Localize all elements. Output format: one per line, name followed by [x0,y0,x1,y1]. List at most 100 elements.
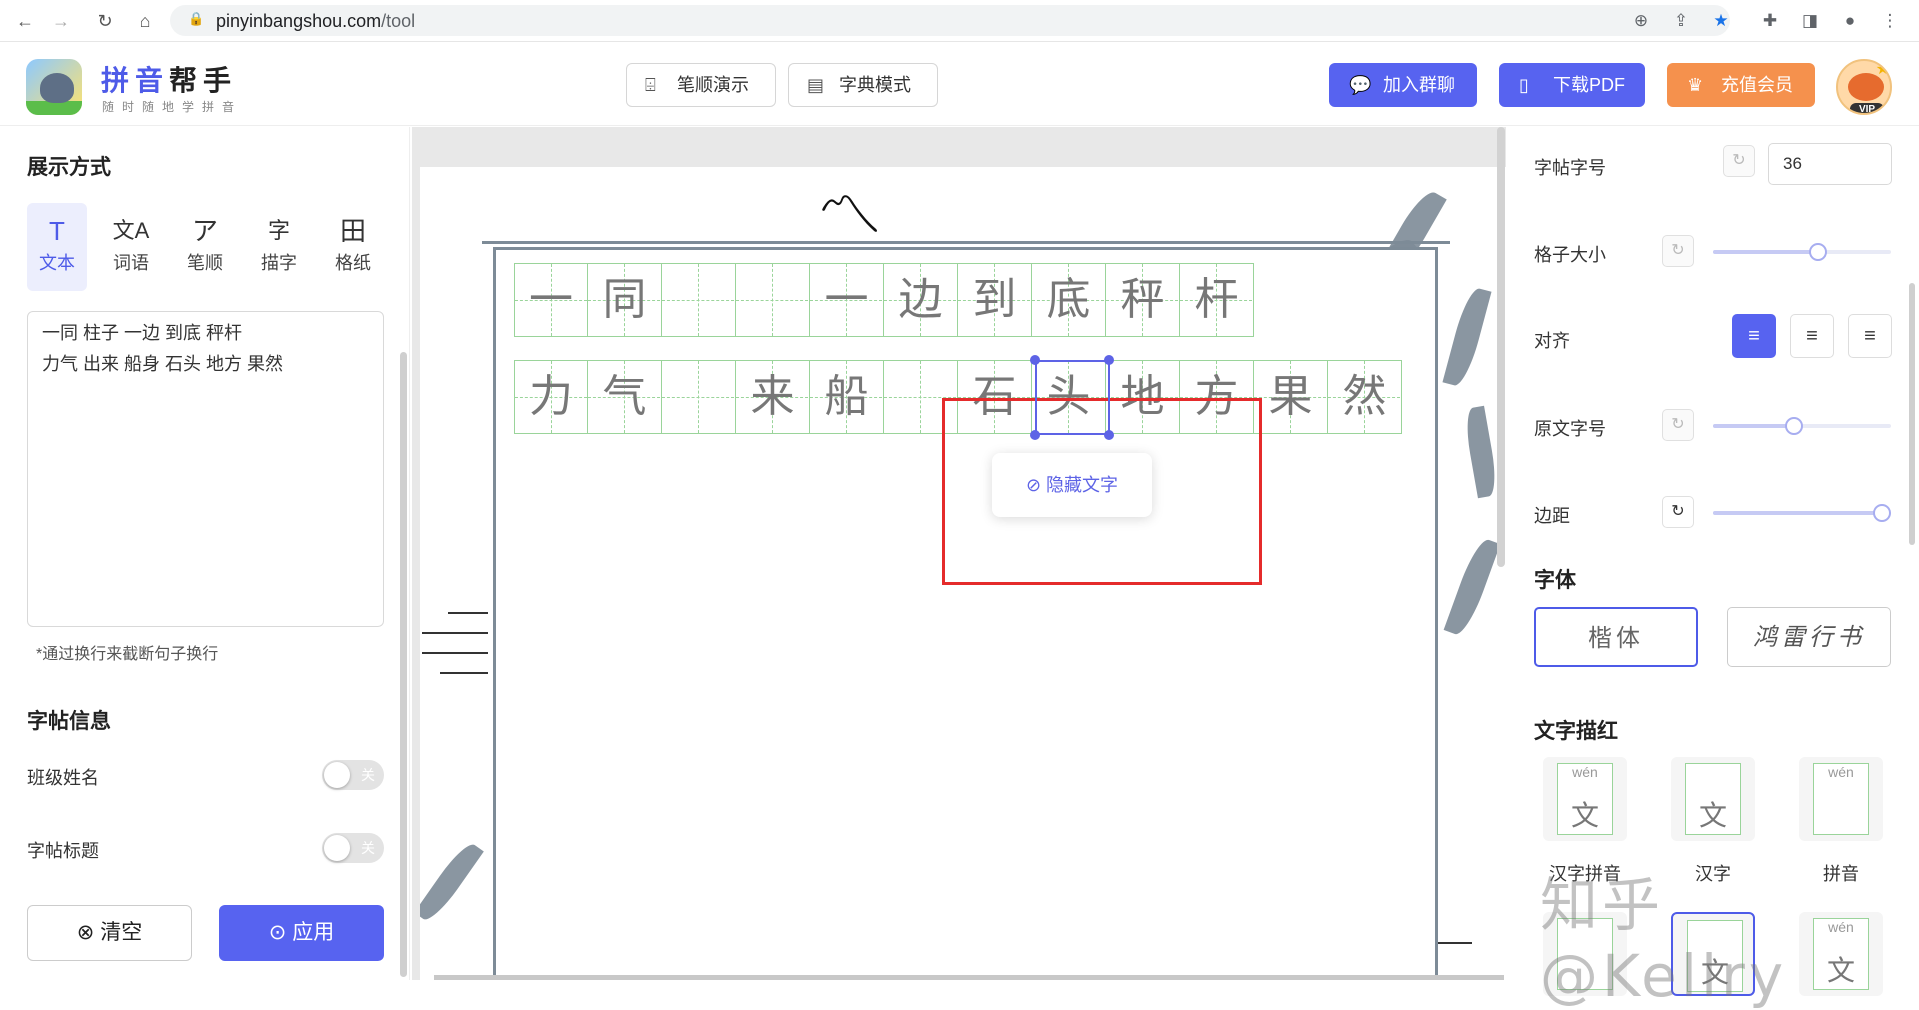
share-icon[interactable]: ⇪ [1668,8,1694,34]
frame-top-line [482,241,1450,244]
original-font-size-label: 原文字号 [1534,419,1606,439]
leaf-decoration [1443,535,1501,639]
canvas-horizontal-scrollbar[interactable] [434,975,1504,980]
logo-title: 拼音帮手 [101,65,238,96]
reload-icon[interactable]: ↻ [92,8,118,34]
download-pdf-button[interactable]: ▯ 下载PDF [1499,63,1645,107]
apply-button[interactable]: ⊙ 应用 [219,905,384,961]
leaf-decoration [420,838,484,926]
resize-handle[interactable] [1104,355,1114,365]
grid-cell[interactable]: 果 [1254,360,1328,434]
leaf-decoration [1462,405,1500,499]
text-icon: T [49,216,65,246]
align-center-button[interactable]: ≡ [1790,314,1834,358]
leaf-decoration [1442,285,1492,389]
trace-option-hanzi[interactable]: 文 [1671,757,1755,841]
right-settings-panel: 字帖字号 ↻ 36 格子大小 ↻ 对齐 ≡ ≡ ≡ 原文字号 ↻ 边距 ↻ 字体… [1508,127,1919,996]
reset-icon[interactable]: ↻ [1662,235,1694,267]
presentation-icon: ⌹ [645,75,656,95]
zoom-icon[interactable]: ⊕ [1628,8,1654,34]
original-size-slider[interactable] [1713,417,1891,435]
avatar[interactable]: ★ VIP [1836,59,1892,115]
decor-line [448,612,488,614]
font-option-kaiti[interactable]: 楷体 [1534,607,1698,667]
star-icon: ★ [1875,61,1890,78]
grid-cell[interactable] [662,360,736,434]
forward-icon[interactable]: → [48,8,74,34]
logo-icon[interactable] [26,59,82,115]
vip-recharge-button[interactable]: ♛ 充值会员 [1667,63,1815,107]
clear-button[interactable]: ⊗ 清空 [27,905,192,961]
hide-text-popup[interactable]: ⊘ 隐藏文字 [992,453,1152,517]
newline-hint: *通过换行来截断句子换行 [36,646,219,663]
grid-cell[interactable]: 力 [514,360,588,434]
reset-icon[interactable]: ↻ [1662,496,1694,528]
bookmark-star-icon[interactable]: ★ [1708,8,1734,34]
grid-cell[interactable] [662,263,736,337]
resize-handle[interactable] [1104,430,1114,440]
join-group-button[interactable]: 💬 加入群聊 [1329,63,1477,107]
vip-badge: VIP [1850,103,1884,113]
eye-off-icon: ⊘ [1025,475,1042,495]
reset-icon[interactable]: ↻ [1662,409,1694,441]
tab-stroke-order[interactable]: ア 笔顺 [175,203,235,291]
grid-icon: 田 [339,216,366,246]
grid-cell[interactable] [736,263,810,337]
grid-cell[interactable]: 来 [736,360,810,434]
tab-trace[interactable]: 字 描字 [249,203,309,291]
right-scrollbar[interactable] [1909,283,1915,545]
sheet-info-title: 字帖信息 [27,710,111,733]
trace-option-pinyin[interactable]: wén [1799,757,1883,841]
grid-cell[interactable]: 同 [588,263,662,337]
address-bar[interactable]: 🔒 pinyinbangshou.com/tool [170,5,1730,36]
decor-line [422,652,488,654]
grid-cell[interactable]: 到 [958,263,1032,337]
class-name-toggle[interactable]: 关 [322,760,384,790]
reset-icon[interactable]: ↻ [1723,145,1755,177]
grid-cell[interactable]: 气 [588,360,662,434]
menu-dots-icon[interactable]: ⋮ [1877,8,1903,34]
logo-subtitle: 随时随地学拼音 [102,100,243,114]
lock-icon: 🔒 [188,11,205,26]
font-section-title: 字体 [1534,569,1576,592]
dict-mode-button[interactable]: ▤ 字典模式 [788,63,938,107]
close-circle-icon: ⊗ [76,921,95,944]
home-icon[interactable]: ⌂ [132,8,158,34]
grid-size-label: 格子大小 [1534,245,1606,265]
left-scrollbar[interactable] [400,352,407,977]
grid-cell[interactable]: 杆 [1180,263,1254,337]
grid-cell[interactable]: 然 [1328,360,1402,434]
align-left-button[interactable]: ≡ [1732,314,1776,358]
resize-handle[interactable] [1030,430,1040,440]
content-textarea[interactable]: 一同 柱子 一边 到底 秤杆 力气 出来 船身 石头 地方 果然 [27,311,384,627]
grid-cell[interactable]: 秤 [1106,263,1180,337]
profile-icon[interactable]: ● [1837,8,1863,34]
grid-cell[interactable]: 一 [514,263,588,337]
chat-icon: 💬 [1349,75,1372,95]
back-icon[interactable]: ← [12,8,38,34]
font-size-input[interactable]: 36 [1768,143,1892,185]
grid-size-slider[interactable] [1713,243,1891,261]
tab-grid-paper[interactable]: 田 格纸 [323,203,383,291]
extensions-icon[interactable]: ✚ [1757,8,1783,34]
grid-cell[interactable]: 底 [1032,263,1106,337]
margin-label: 边距 [1534,506,1570,526]
side-panel-icon[interactable]: ◨ [1797,8,1823,34]
grid-cell[interactable]: 一 [810,263,884,337]
watermark-text: 知乎 @Kellry [1540,871,1788,1010]
selection-box[interactable] [1035,360,1110,435]
tab-text[interactable]: T 文本 [27,203,87,291]
canvas-vertical-scrollbar[interactable] [1497,127,1505,567]
crown-icon: ♛ [1687,75,1704,95]
decor-line [1432,942,1472,944]
font-option-xingshu[interactable]: 鸿雷行书 [1727,607,1891,667]
resize-handle[interactable] [1030,355,1040,365]
grid-cell[interactable]: 边 [884,263,958,337]
sheet-title-toggle[interactable]: 关 [322,833,384,863]
margin-slider[interactable] [1713,504,1891,522]
stroke-demo-button[interactable]: ⌹ 笔顺演示 [626,63,776,107]
grid-cell[interactable]: 船 [810,360,884,434]
align-right-button[interactable]: ≡ [1848,314,1892,358]
trace-option-hanzi-pinyin[interactable]: wén 文 [1543,757,1627,841]
tab-words[interactable]: 文A 词语 [101,203,161,291]
